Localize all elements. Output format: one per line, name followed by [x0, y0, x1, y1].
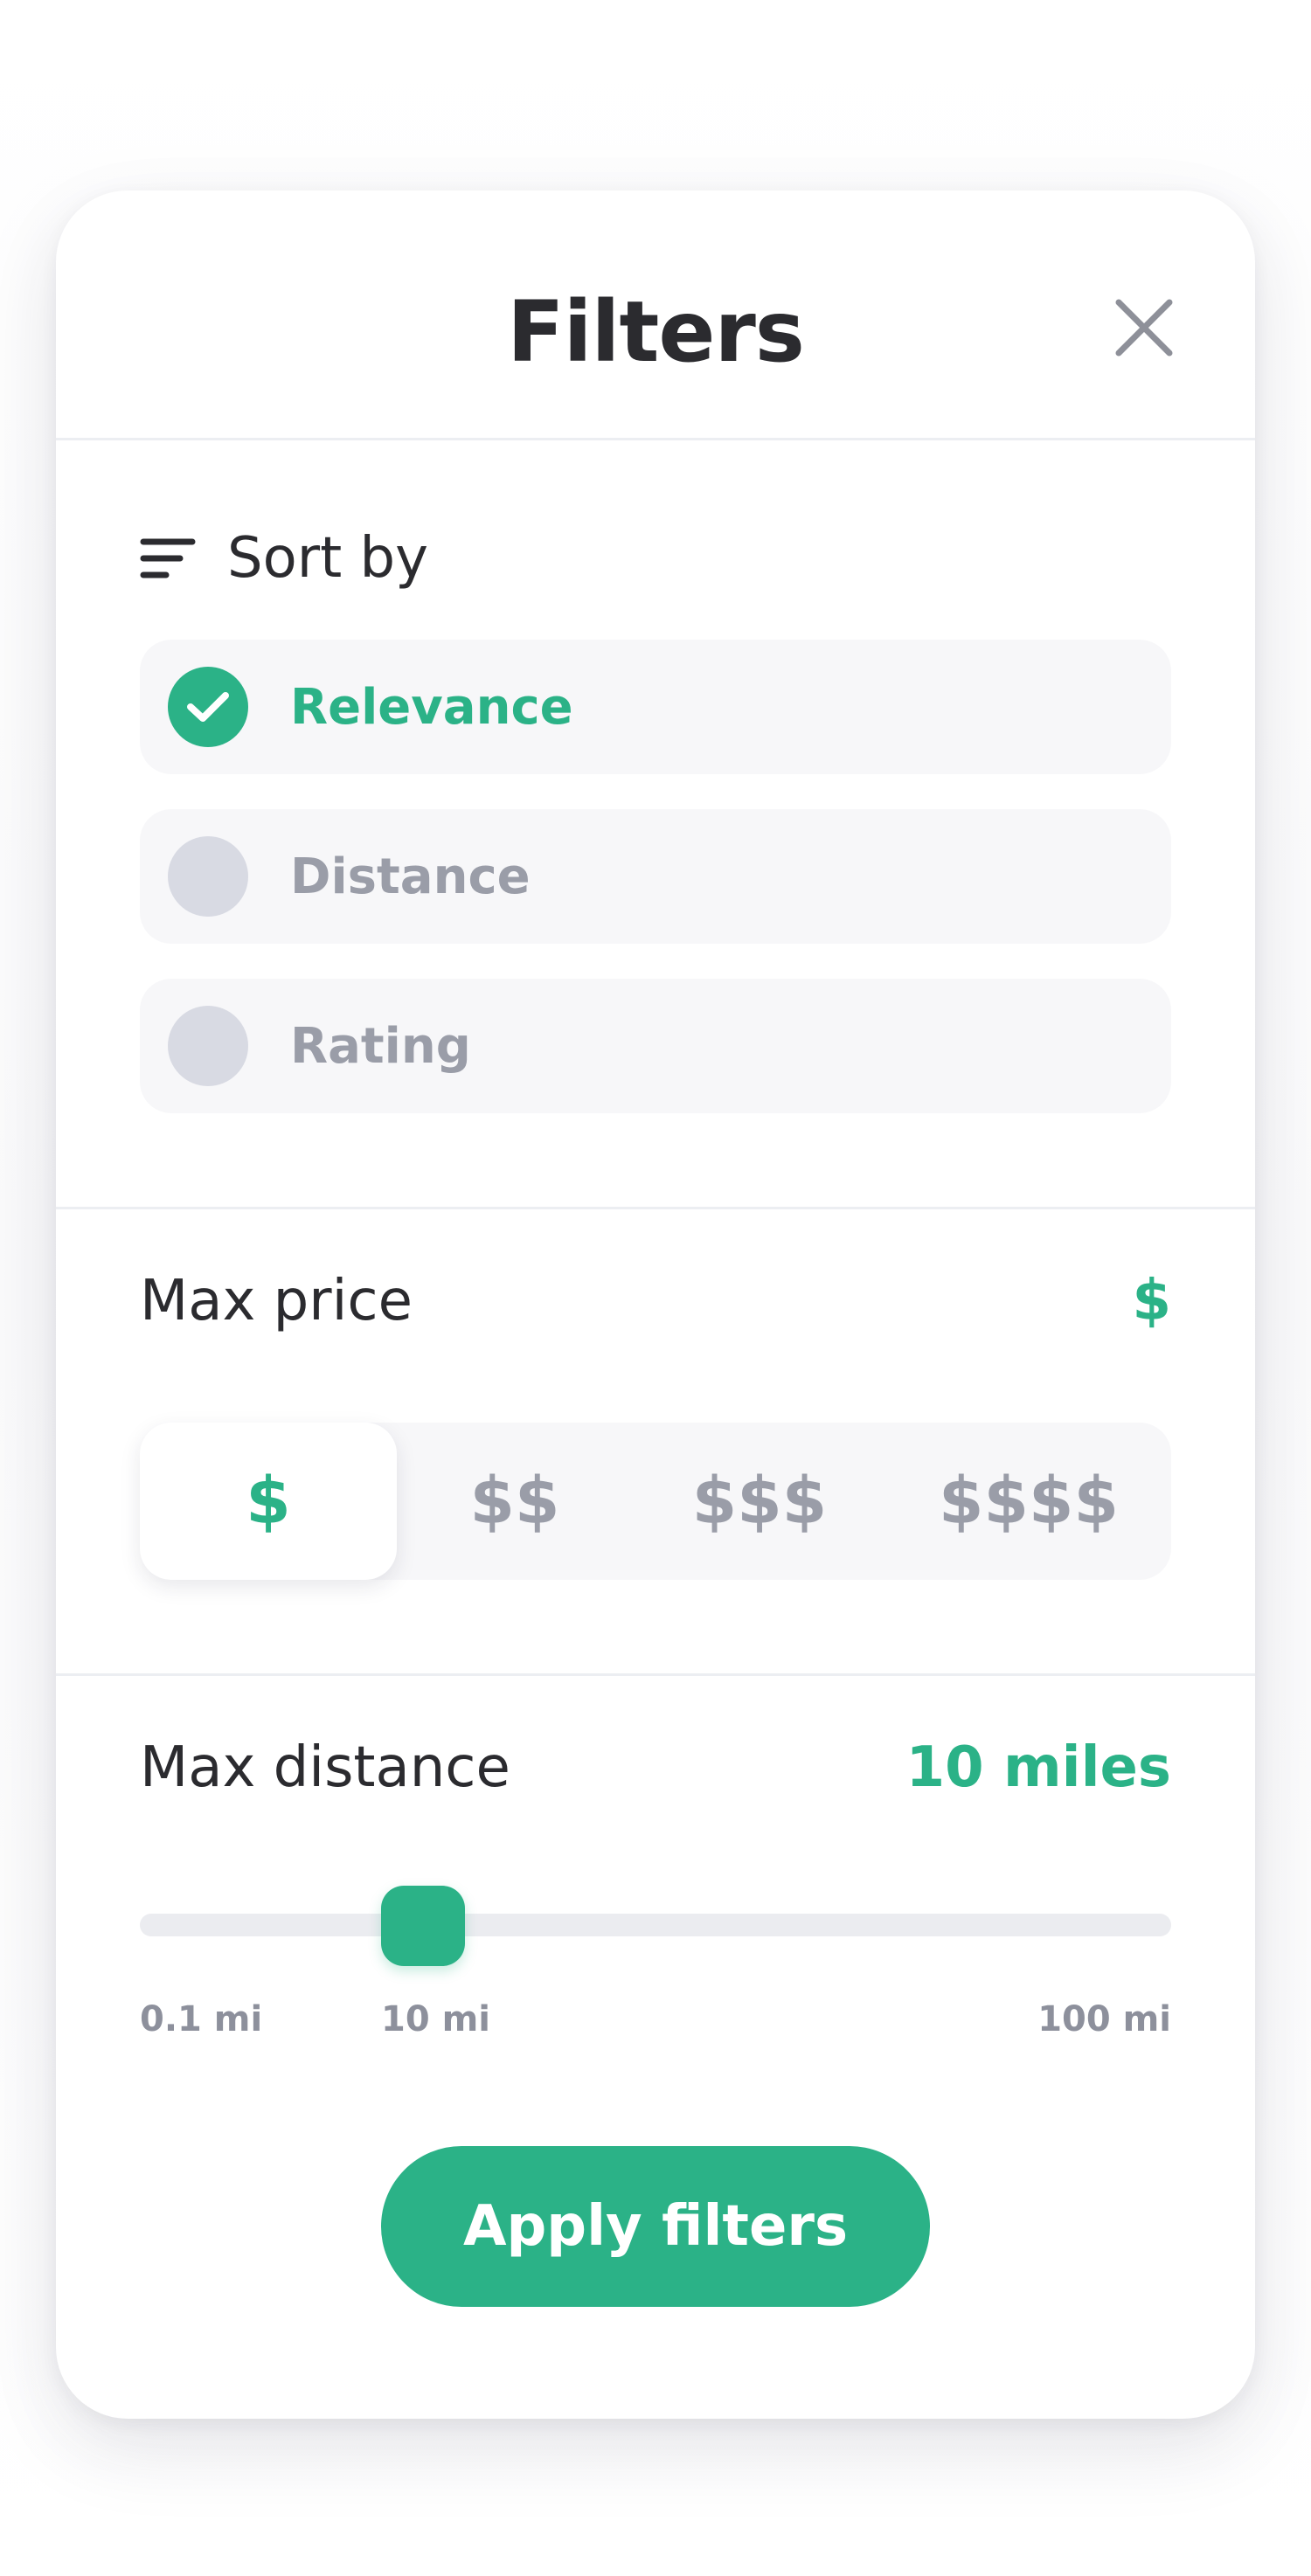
sort-option-distance[interactable]: Distance — [140, 809, 1171, 944]
sort-option-label: Distance — [290, 848, 531, 905]
filters-modal: Filters Sort by Relevance Distance Ratin… — [56, 190, 1255, 2419]
sort-section: Sort by Relevance Distance Rating — [56, 440, 1255, 1209]
modal-header: Filters — [56, 190, 1255, 440]
price-title: Max price — [140, 1269, 413, 1333]
checkmark-icon — [187, 692, 229, 722]
radio-unselected[interactable] — [168, 836, 248, 917]
price-option-4[interactable]: $$$$ — [886, 1423, 1171, 1580]
distance-slider-thumb[interactable] — [381, 1886, 465, 1966]
price-option-1[interactable]: $ — [140, 1423, 397, 1580]
modal-title: Filters — [507, 283, 805, 381]
price-segmented-control: $ $$ $$$ $$$$ — [140, 1423, 1171, 1580]
slider-max-label: 100 mi — [1037, 1999, 1171, 2039]
sort-option-relevance[interactable]: Relevance — [140, 640, 1171, 774]
sort-lines-icon — [140, 538, 196, 578]
price-current-value: $ — [1132, 1269, 1171, 1333]
distance-slider-track[interactable] — [140, 1914, 1171, 1936]
sort-option-label: Rating — [290, 1017, 471, 1075]
slider-value-label: 10 mi — [381, 1999, 490, 2039]
distance-current-value: 10 miles — [905, 1735, 1171, 1800]
apply-filters-button[interactable]: Apply filters — [381, 2146, 930, 2307]
sort-heading: Sort by — [140, 510, 428, 606]
price-section: Max price $ $ $$ $$$ $$$$ — [56, 1209, 1255, 1676]
slider-min-label: 0.1 mi — [140, 1999, 263, 2039]
close-icon — [1115, 299, 1173, 357]
sort-option-rating[interactable]: Rating — [140, 979, 1171, 1113]
distance-section: Max distance 10 miles 0.1 mi 10 mi 100 m… — [56, 1676, 1255, 2419]
sort-option-label: Relevance — [290, 678, 573, 736]
distance-title: Max distance — [140, 1735, 510, 1800]
radio-unselected[interactable] — [168, 1006, 248, 1086]
price-option-3[interactable]: $$$ — [633, 1423, 886, 1580]
price-option-2[interactable]: $$ — [397, 1423, 633, 1580]
close-button[interactable] — [1096, 280, 1192, 376]
radio-selected[interactable] — [168, 667, 248, 747]
sort-label: Sort by — [227, 526, 429, 591]
app-screen: Filters Sort by Relevance Distance Ratin… — [0, 0, 1311, 2576]
